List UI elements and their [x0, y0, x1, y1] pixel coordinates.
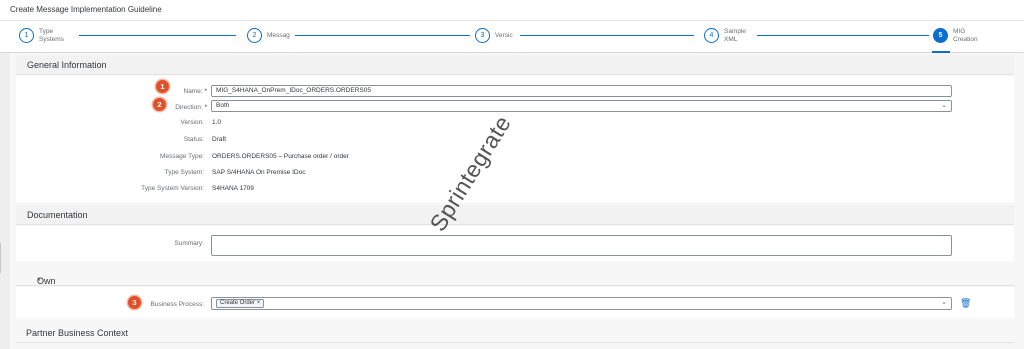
step-number: 2 [247, 28, 262, 43]
own-business-context-panel: 3 Business Process: Create Order × ⌄ 🗑 [16, 287, 1014, 318]
documentation-panel: Summary: [16, 226, 1014, 261]
section-documentation[interactable]: Documentation [16, 205, 1014, 225]
step-connector [757, 35, 929, 36]
status-label: Status: [183, 136, 204, 143]
token-remove-icon[interactable]: × [257, 300, 261, 306]
summary-label: Summary: [174, 240, 204, 247]
direction-value: Both [216, 102, 230, 109]
step-label: MIG Creation [953, 28, 978, 43]
trash-icon[interactable]: 🗑 [960, 298, 971, 309]
chevron-down-icon[interactable]: ⌄ [941, 298, 947, 308]
business-process-multiinput[interactable]: Create Order × ⌄ [211, 297, 952, 310]
step-label: Sample XML [724, 28, 747, 43]
version-value: 1.0 [212, 119, 222, 126]
gutter-divider [0, 243, 1, 273]
summary-textarea[interactable] [211, 235, 952, 256]
section-title: * Own Business Context [37, 276, 74, 306]
type-system-version-label: Type System Version: [141, 185, 204, 192]
direction-select[interactable]: Both ⌄ [211, 100, 952, 112]
status-value: Draft [212, 136, 227, 143]
general-information-panel: 1 Name: * MIG_S4HANA_OnPrem_IDoc_ORDERS.… [16, 76, 1014, 202]
step-label: Type Systems [39, 28, 64, 43]
type-system-version-value: S4HANA 1709 [212, 185, 254, 192]
step-number: 5 [933, 28, 948, 43]
version-label: Version: [180, 119, 205, 126]
type-system-label: Type System: [164, 169, 204, 176]
chevron-down-icon[interactable]: ⌄ [941, 101, 947, 111]
dialog-titlebar: Create Message Implementation Guideline [0, 0, 1024, 21]
business-process-label: Business Process: [150, 301, 204, 308]
step-label: Messag [267, 32, 290, 39]
name-input[interactable]: MIG_S4HANA_OnPrem_IDoc_ORDERS.ORDERS05 [211, 85, 952, 97]
section-title: General Information [27, 60, 107, 70]
direction-label: Direction: * [175, 104, 207, 111]
section-general-information[interactable]: General Information [16, 55, 1014, 75]
message-type-label: Message Type: [160, 153, 204, 160]
step-connector [79, 35, 236, 36]
step-connector [520, 35, 694, 36]
section-partner-business-context[interactable]: Partner Business Context [16, 323, 1014, 343]
active-step-indicator [932, 51, 950, 53]
section-title: Partner Business Context [26, 328, 129, 338]
step-connector [295, 35, 470, 36]
step-number: 1 [19, 28, 34, 43]
section-own-business-context[interactable]: * Own Business Context [16, 266, 1014, 306]
section-title: Documentation [27, 210, 88, 220]
step-number: 4 [704, 28, 719, 43]
name-label: Name: * [183, 88, 208, 95]
wizard-progress-bar: 1 Type Systems 2 Messag 3 Versic 4 Sampl… [0, 21, 1024, 53]
type-system-value: SAP S/4HANA On Premise IDoc [212, 169, 306, 176]
step-number: 3 [475, 28, 490, 43]
step-label: Versic [495, 32, 513, 39]
business-process-token[interactable]: Create Order × [216, 299, 265, 308]
dialog-title: Create Message Implementation Guideline [10, 5, 162, 14]
message-type-value: ORDERS.ORDERS05 – Purchase order / order [212, 153, 349, 160]
